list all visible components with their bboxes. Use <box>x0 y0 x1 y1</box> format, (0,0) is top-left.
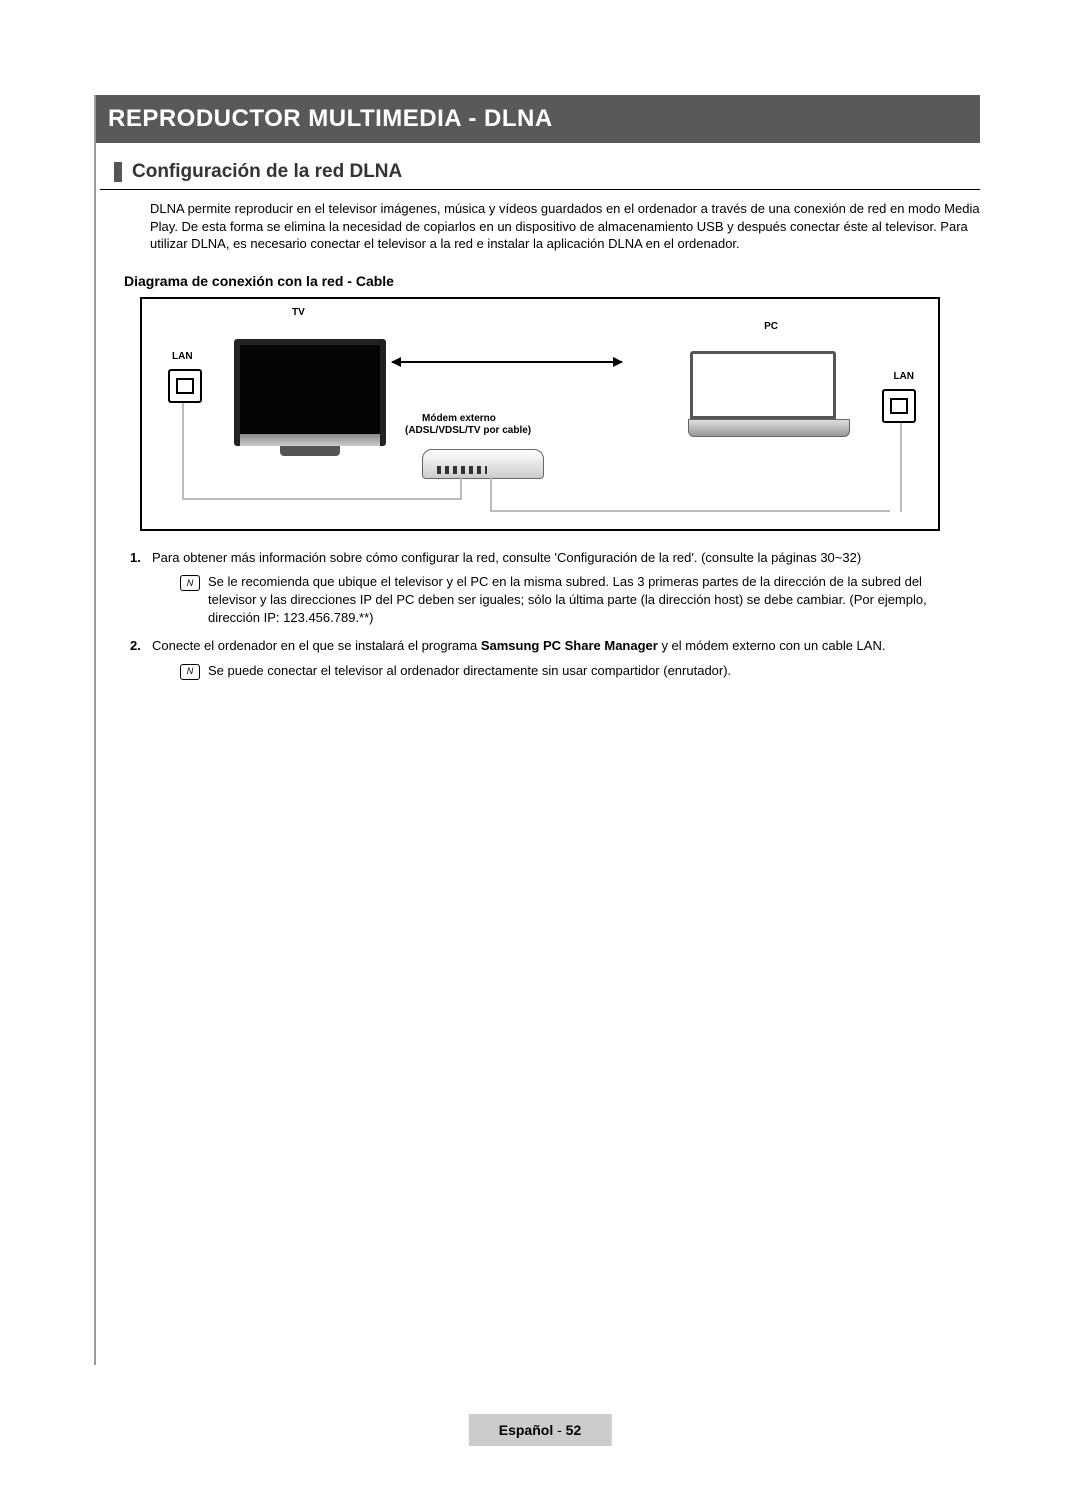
note-text: Se puede conectar el televisor al ordena… <box>208 662 970 680</box>
footer-dash: - <box>553 1422 565 1438</box>
divider <box>100 189 980 190</box>
lan-port-icon <box>882 389 916 423</box>
laptop-icon <box>688 351 838 431</box>
connection-diagram: TV PC LAN LAN Módem externo (ADSL/VDSL/T… <box>140 297 940 531</box>
step2-pre: Conecte el ordenador en el que se instal… <box>152 638 481 653</box>
cable-line <box>490 477 494 510</box>
lan-left-label: LAN <box>172 351 193 362</box>
lan-port-icon <box>168 369 202 403</box>
section-title: Configuración de la red DLNA <box>132 161 402 183</box>
tv-icon <box>234 339 386 446</box>
note-row: N Se le recomienda que ubique el televis… <box>180 573 970 628</box>
arrow-bidirectional-icon <box>392 361 622 363</box>
tv-label: TV <box>292 307 305 318</box>
step2-bold: Samsung PC Share Manager <box>481 638 658 653</box>
intro-paragraph: DLNA permite reproducir en el televisor … <box>150 200 980 253</box>
note-row: N Se puede conectar el televisor al orde… <box>180 662 970 680</box>
footer-language: Español <box>499 1422 553 1438</box>
steps-list: 1. Para obtener más información sobre có… <box>130 549 970 680</box>
step-text: Conecte el ordenador en el que se instal… <box>152 637 970 655</box>
list-item: 2. Conecte el ordenador en el que se ins… <box>130 637 970 655</box>
lan-right-label: LAN <box>893 371 914 382</box>
side-rule <box>94 95 96 1365</box>
step2-post: y el módem externo con un cable LAN. <box>658 638 886 653</box>
pc-label: PC <box>764 321 778 332</box>
cable-line <box>898 423 902 512</box>
modem-icon <box>422 449 544 479</box>
step-text: Para obtener más información sobre cómo … <box>152 549 970 567</box>
step-number: 2. <box>130 637 152 655</box>
section-bullet-icon <box>114 162 122 182</box>
modem-label-1: Módem externo <box>422 413 496 424</box>
cable-line <box>182 403 186 498</box>
banner-title: REPRODUCTOR MULTIMEDIA - DLNA <box>94 95 980 143</box>
step-number: 1. <box>130 549 152 567</box>
section-heading: Configuración de la red DLNA <box>100 161 980 183</box>
note-icon: N <box>180 664 200 680</box>
diagram-subheading: Diagrama de conexión con la red - Cable <box>124 273 980 289</box>
cable-line <box>182 498 460 502</box>
page-footer: Español - 52 <box>469 1414 612 1446</box>
tv-stand-icon <box>280 446 340 456</box>
note-icon: N <box>180 575 200 591</box>
modem-label-2: (ADSL/VDSL/TV por cable) <box>405 425 531 436</box>
footer-page: 52 <box>566 1422 582 1438</box>
cable-line <box>460 477 464 500</box>
list-item: 1. Para obtener más información sobre có… <box>130 549 970 567</box>
cable-line <box>490 510 890 514</box>
note-text: Se le recomienda que ubique el televisor… <box>208 573 970 628</box>
